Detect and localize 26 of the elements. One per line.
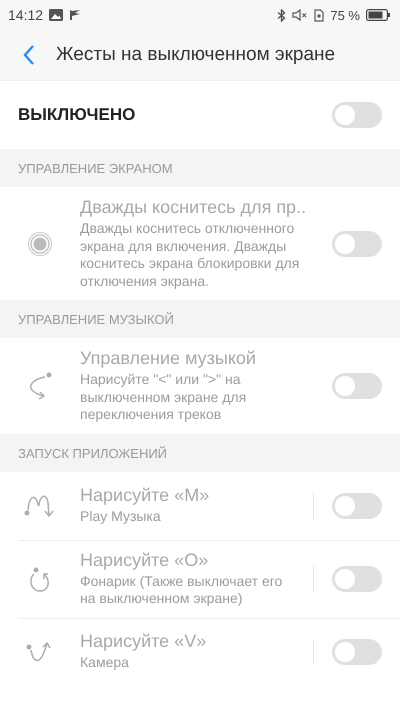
back-icon — [22, 44, 36, 66]
section-header: ЗАПУСК ПРИЛОЖЕНИЙ — [0, 434, 400, 472]
screen-title: Жесты на выключенном экране — [56, 44, 336, 66]
section-header: УПРАВЛЕНИЕ ЭКРАНОМ — [0, 149, 400, 187]
bluetooth-icon — [277, 8, 286, 22]
setting-description: Фонарик (Также выключает его на выключенном экране) — [80, 572, 284, 608]
setting-description: Play Музыка — [80, 508, 162, 526]
sim-icon — [314, 8, 324, 22]
setting-description: Дважды коснитесь отключенного экрана для включения. Дважды коснитесь экрана блокировки для отключения экрана. — [80, 220, 300, 290]
flag-icon — [69, 9, 82, 21]
toggle-switch[interactable] — [332, 102, 382, 128]
setting-title: Нарисуйте «V» — [80, 631, 208, 652]
section-header: УПРАВЛЕНИЕ МУЗЫКОЙ — [0, 300, 400, 338]
setting-description: Камера — [80, 654, 130, 672]
battery-percent: 75 % — [330, 8, 360, 22]
mute-icon — [292, 9, 308, 21]
master-label: ВЫКЛЮЧЕНО — [18, 105, 136, 125]
image-icon — [49, 9, 64, 21]
status-time: 14:12 — [8, 7, 44, 23]
battery-icon — [366, 9, 390, 21]
double-tap-icon — [27, 230, 53, 256]
setting-title: Управление музыкой — [80, 348, 257, 369]
setting-title: Нарисуйте «O» — [80, 550, 210, 570]
setting-title: Нарисуйте «M» — [80, 485, 210, 506]
setting-description: Нарисуйте "<" или ">" на выключенном экране для переключения треков — [80, 371, 248, 424]
setting-title: Дважды коснитесь для пр.. — [80, 197, 308, 218]
